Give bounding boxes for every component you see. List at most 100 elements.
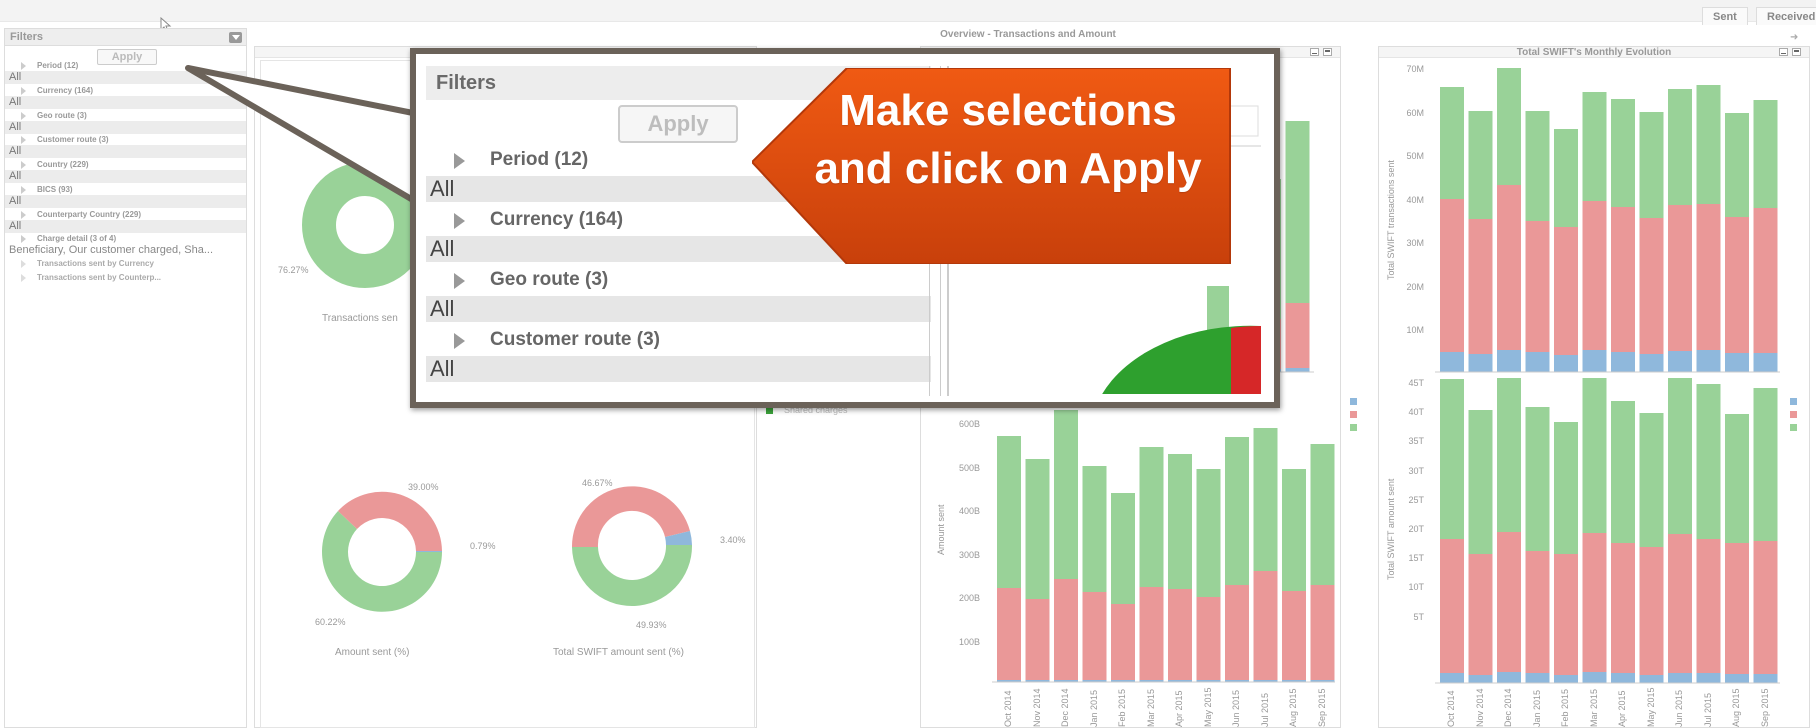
bar-segment-red[interactable] [1639, 218, 1664, 354]
bar-segment-green[interactable] [1725, 113, 1749, 217]
filter-customer-route-value[interactable]: All [5, 145, 246, 158]
bar-segment-red[interactable] [1668, 205, 1692, 351]
bar-segment-green[interactable] [1668, 378, 1692, 534]
bar-segment-red[interactable] [1582, 533, 1607, 672]
bar-segment-green[interactable] [1497, 68, 1521, 185]
bar-segment-red[interactable] [1725, 217, 1749, 353]
tab-received[interactable]: Received [1756, 7, 1816, 25]
bar-segment-blue[interactable] [1668, 351, 1692, 372]
bar-segment-blue[interactable] [1440, 673, 1464, 683]
zoomed-filter-geo-route-value[interactable]: All [426, 296, 931, 322]
filter-period-value[interactable]: All [5, 71, 246, 84]
bar-segment-green[interactable] [1468, 410, 1493, 554]
bar-segment-red[interactable] [1196, 597, 1221, 680]
bar-segment-green[interactable] [1082, 466, 1107, 592]
bar-segment-blue[interactable] [1582, 350, 1607, 372]
bar-segment-blue[interactable] [1753, 674, 1778, 683]
bar-segment-red[interactable] [1440, 539, 1464, 673]
bar-segment-blue[interactable] [1285, 368, 1310, 372]
bar-segment-green[interactable] [1497, 378, 1521, 532]
filter-counterparty-country[interactable]: Counterparty Country (229) [5, 210, 246, 219]
filter-charge-detail[interactable]: Charge detail (3 of 4) [5, 234, 246, 243]
bar-segment-red[interactable] [1753, 208, 1778, 353]
filter-currency[interactable]: Currency (164) [5, 86, 246, 95]
bar-segment-red[interactable] [1525, 221, 1550, 352]
bar-segment-green[interactable] [1753, 388, 1778, 541]
bar-segment-green[interactable] [1753, 100, 1778, 208]
bar-segment-red[interactable] [1611, 207, 1635, 352]
bar-segment-green[interactable] [1611, 401, 1635, 543]
bar-segment-green[interactable] [1525, 407, 1550, 551]
bar-segment-green[interactable] [1440, 87, 1464, 199]
bar-segment-red[interactable] [1725, 543, 1749, 674]
bar-segment-green[interactable] [1639, 112, 1664, 218]
bar-segment-green[interactable] [1310, 444, 1335, 585]
bar-segment-green[interactable] [1225, 437, 1249, 585]
dropdown-icon[interactable] [229, 32, 242, 43]
bar-segment-green[interactable] [1696, 384, 1721, 539]
bar-segment-red[interactable] [1025, 599, 1050, 680]
bar-segment-green[interactable] [1168, 454, 1192, 589]
bar-segment-green[interactable] [1525, 111, 1550, 221]
minimize-icon[interactable] [1779, 48, 1788, 56]
bar-segment-green[interactable] [1611, 99, 1635, 207]
bar-segment-red[interactable] [1696, 539, 1721, 673]
bar-segment-green[interactable] [1668, 89, 1692, 205]
bar-segment-blue[interactable] [1639, 675, 1664, 683]
bar-segment-blue[interactable] [1497, 350, 1521, 372]
tab-sent[interactable]: Sent [1702, 7, 1748, 25]
bar-segment-blue[interactable] [1639, 354, 1664, 372]
bar-segment-red[interactable] [1285, 303, 1310, 368]
filter-geo-route[interactable]: Geo route (3) [5, 111, 246, 120]
bar-segment-blue[interactable] [1554, 355, 1578, 372]
filter-country-value[interactable]: All [5, 170, 246, 183]
filter-country[interactable]: Country (229) [5, 160, 246, 169]
filter-period[interactable]: Period (12) [5, 61, 246, 70]
bar-segment-blue[interactable] [1668, 673, 1692, 683]
bar-segment-red[interactable] [1310, 585, 1335, 680]
sub-item-by-counterparty[interactable]: Transactions sent by Counterp... [5, 273, 246, 282]
bar-segment-red[interactable] [1554, 554, 1578, 675]
bar-segment-red[interactable] [1497, 532, 1521, 672]
bar-segment-green[interactable] [1440, 379, 1464, 539]
bar-segment-blue[interactable] [1554, 675, 1578, 683]
bar-segment-green[interactable] [1111, 493, 1135, 604]
bar-segment-red[interactable] [1525, 551, 1550, 673]
filter-bics[interactable]: BICS (93) [5, 185, 246, 194]
bar-segment-green[interactable] [1139, 447, 1164, 587]
bar-segment-blue[interactable] [1468, 354, 1493, 372]
bar-segment-red[interactable] [1696, 204, 1721, 350]
maximize-icon[interactable] [1323, 48, 1332, 56]
filter-currency-value[interactable]: All [5, 96, 246, 109]
bar-segment-blue[interactable] [1725, 674, 1749, 683]
bar-segment-green[interactable] [1582, 378, 1607, 533]
bar-segment-red[interactable] [1082, 592, 1107, 680]
bar-segment-blue[interactable] [1696, 673, 1721, 683]
bar-segment-blue[interactable] [1582, 672, 1607, 683]
bar-segment-red[interactable] [997, 588, 1021, 680]
bar-segment-red[interactable] [1753, 541, 1778, 674]
bar-segment-green[interactable] [1282, 469, 1306, 591]
bar-segment-red[interactable] [1468, 219, 1493, 354]
bar-segment-red[interactable] [1639, 547, 1664, 675]
bar-segment-blue[interactable] [1753, 353, 1778, 372]
zoomed-filter-customer-route-value[interactable]: All [426, 356, 931, 382]
bar-segment-blue[interactable] [1725, 353, 1749, 372]
bar-segment-green[interactable] [997, 436, 1021, 588]
bar-segment-green[interactable] [1696, 85, 1721, 204]
bar-segment-red[interactable] [1554, 227, 1578, 355]
bar-segment-blue[interactable] [1696, 350, 1721, 372]
zoomed-apply-button[interactable]: Apply [618, 105, 738, 143]
bar-segment-blue[interactable] [1611, 673, 1635, 683]
bar-segment-red[interactable] [1253, 571, 1278, 680]
bar-segment-red[interactable] [1668, 534, 1692, 673]
bar-segment-blue[interactable] [1468, 675, 1493, 683]
bar-segment-green[interactable] [1054, 410, 1078, 579]
bar-segment-blue[interactable] [1525, 673, 1550, 683]
filter-counterparty-country-value[interactable]: All [5, 220, 246, 233]
bar-segment-green[interactable] [1639, 413, 1664, 547]
bar-segment-red[interactable] [1440, 199, 1464, 352]
bar-segment-red[interactable] [1225, 585, 1249, 680]
bar-segment-red[interactable] [1282, 591, 1306, 680]
bar-segment-blue[interactable] [1611, 352, 1635, 372]
